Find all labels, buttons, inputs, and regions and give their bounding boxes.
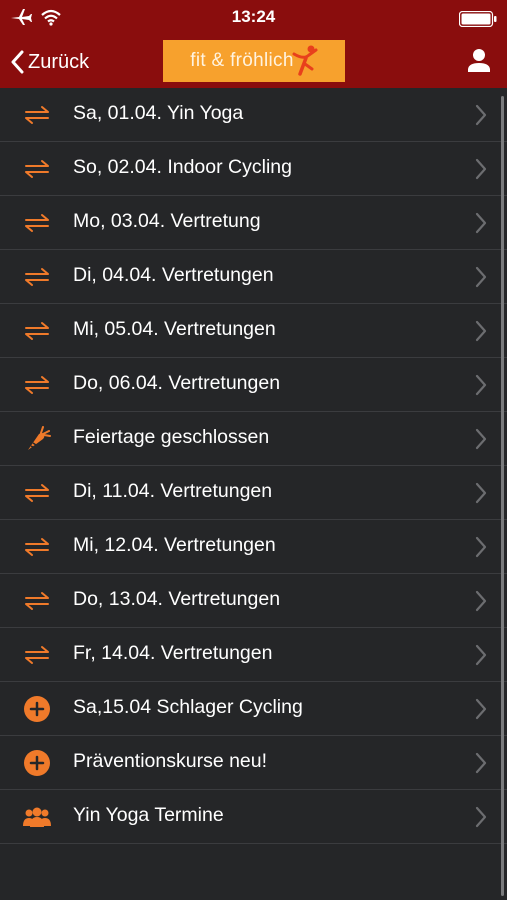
list-item[interactable]: Sa, 01.04. Yin Yoga <box>0 88 507 142</box>
swap-arrows-icon <box>21 263 53 291</box>
list-item-label: Mi, 12.04. Vertretungen <box>73 534 276 556</box>
swap-arrows-icon <box>21 479 53 507</box>
carrot-icon <box>21 425 53 453</box>
swap-arrows-icon <box>21 371 53 399</box>
chevron-right-icon <box>475 104 487 131</box>
app-logo: fit & fröhlich <box>163 40 345 82</box>
status-time: 13:24 <box>231 7 276 26</box>
swap-arrows-icon <box>21 587 53 615</box>
list-item[interactable]: Do, 13.04. Vertretungen <box>0 574 507 628</box>
list-item-label: Mo, 03.04. Vertretung <box>73 210 261 232</box>
list-item[interactable]: Di, 04.04. Vertretungen <box>0 250 507 304</box>
swap-arrows-icon <box>21 209 53 237</box>
logo-figure-icon <box>292 45 318 76</box>
battery-icon <box>458 10 497 32</box>
list-item-label: So, 02.04. Indoor Cycling <box>73 156 292 178</box>
status-bar: 13:24 <box>0 0 507 36</box>
back-button[interactable]: Zurück <box>10 46 89 78</box>
plus-circle-icon <box>21 749 53 777</box>
chevron-left-icon <box>11 50 24 74</box>
list-item-label: Sa,15.04 Schlager Cycling <box>73 696 303 718</box>
chevron-right-icon <box>475 320 487 347</box>
list-item[interactable]: Sa,15.04 Schlager Cycling <box>0 682 507 736</box>
menu-list: Sa, 01.04. Yin Yoga So, 02.04. Indoor Cy… <box>0 88 507 844</box>
list-item-label: Do, 13.04. Vertretungen <box>73 588 281 610</box>
list-item[interactable]: Fr, 14.04. Vertretungen <box>0 628 507 682</box>
chevron-right-icon <box>475 806 487 833</box>
chevron-right-icon <box>475 482 487 509</box>
user-icon <box>468 49 490 72</box>
list-item-label: Yin Yoga Termine <box>73 804 224 826</box>
scrollbar[interactable] <box>501 96 504 896</box>
list-item-label: Präventionskurse neu! <box>73 750 268 772</box>
swap-arrows-icon <box>21 155 53 183</box>
swap-arrows-icon <box>21 533 53 561</box>
list-item[interactable]: Mo, 03.04. Vertretung <box>0 196 507 250</box>
list-item-label: Di, 11.04. Vertretungen <box>73 480 273 502</box>
list-item-label: Di, 04.04. Vertretungen <box>73 264 274 286</box>
chevron-right-icon <box>475 428 487 455</box>
chevron-right-icon <box>475 266 487 293</box>
chevron-right-icon <box>475 374 487 401</box>
list-item-label: Fr, 14.04. Vertretungen <box>73 642 273 664</box>
logo-text: fit & fröhlich <box>190 50 294 71</box>
list-item[interactable]: Mi, 12.04. Vertretungen <box>0 520 507 574</box>
list-item-label: Sa, 01.04. Yin Yoga <box>73 102 244 124</box>
chevron-right-icon <box>475 212 487 239</box>
swap-arrows-icon <box>21 641 53 669</box>
back-label: Zurück <box>28 50 90 73</box>
list-item[interactable]: Mi, 05.04. Vertretungen <box>0 304 507 358</box>
list-item[interactable]: Yin Yoga Termine <box>0 790 507 844</box>
list-item-label: Feiertage geschlossen <box>73 426 270 448</box>
list-item[interactable]: Präventionskurse neu! <box>0 736 507 790</box>
chevron-right-icon <box>475 644 487 671</box>
chevron-right-icon <box>475 536 487 563</box>
group-icon <box>21 803 53 831</box>
nav-bar: Zurück fit & fröhlich <box>0 36 507 88</box>
chevron-right-icon <box>475 590 487 617</box>
swap-arrows-icon <box>21 317 53 345</box>
swap-arrows-icon <box>21 101 53 129</box>
chevron-right-icon <box>475 158 487 185</box>
chevron-right-icon <box>475 698 487 725</box>
list-item-label: Do, 06.04. Vertretungen <box>73 372 281 394</box>
chevron-right-icon <box>475 752 487 779</box>
plus-circle-icon <box>21 695 53 723</box>
list-item[interactable]: Feiertage geschlossen <box>0 412 507 466</box>
list-item-label: Mi, 05.04. Vertretungen <box>73 318 276 340</box>
list-item[interactable]: Di, 11.04. Vertretungen <box>0 466 507 520</box>
profile-button[interactable] <box>467 48 491 77</box>
list-item[interactable]: Do, 06.04. Vertretungen <box>0 358 507 412</box>
list-item[interactable]: So, 02.04. Indoor Cycling <box>0 142 507 196</box>
